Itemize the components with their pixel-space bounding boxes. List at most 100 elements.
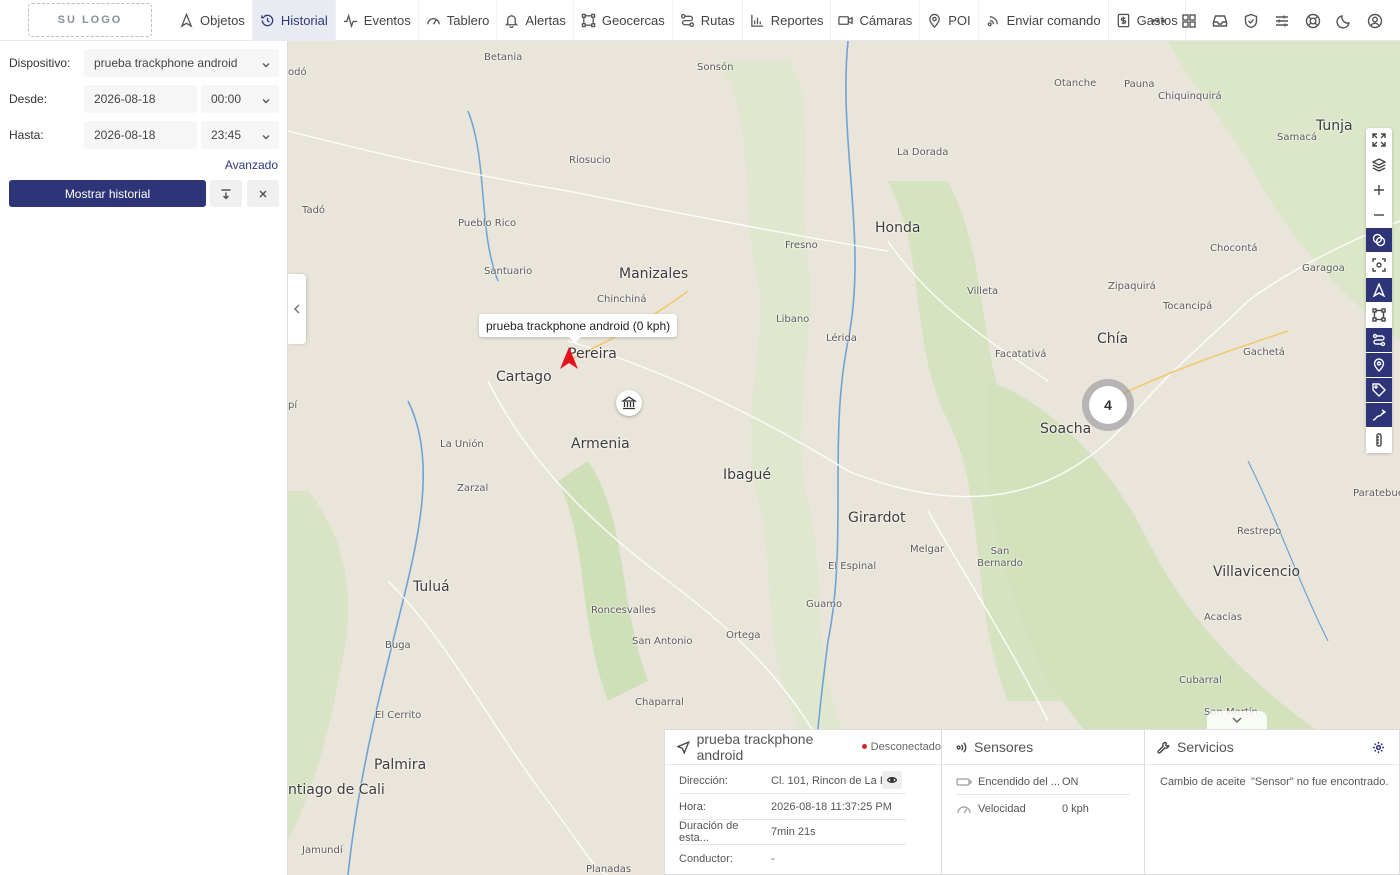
from-time-select[interactable]: 00:00 [201,85,279,113]
device-map-tooltip: prueba trackphone android (0 kph) [479,314,678,343]
zoom-in-button[interactable] [1366,178,1392,203]
tail-toggle[interactable] [1366,403,1392,428]
map-place-label: Ibagué [723,467,771,483]
sensors-panel: Sensores Encendido del ... ON Velocidad … [941,729,1145,875]
map-place-label: ntiago de Cali [288,782,385,798]
security-button[interactable] [1235,0,1266,41]
user-icon [1367,13,1382,28]
ruler-button[interactable] [1366,428,1392,453]
show-history-button[interactable]: Mostrar historial [9,180,206,207]
map-place-label: Manizales [619,266,689,282]
advanced-link[interactable]: Avanzado [225,158,278,172]
support-button[interactable] [1297,0,1328,41]
map-place-label: Betania [484,52,523,63]
service-name: Cambio de aceite [1160,776,1246,788]
collapse-panel-button[interactable] [288,274,306,344]
show-address-button[interactable] [882,771,902,789]
user-menu-button[interactable] [1359,0,1390,41]
services-header: Servicios [1145,730,1399,765]
nav-item-poi[interactable]: POI [920,0,979,41]
map-place-label: Tocancipá [1163,301,1213,312]
poi-marker[interactable] [616,390,642,416]
device-select[interactable]: prueba trackphone android [84,49,279,77]
layers-button[interactable] [1366,153,1392,178]
map-place-label: Cartago [496,369,552,385]
nav-item-alertas[interactable]: Alertas [497,0,574,41]
clear-button[interactable] [247,180,279,207]
map-place-label: Acacías [1204,612,1242,623]
sliders-icon [1275,15,1288,26]
status-dot [861,744,867,749]
map-place-label: Melgar [910,544,945,555]
map-place-label: Tadó [302,205,326,216]
more-button[interactable] [1142,0,1173,41]
map-place-label: Paratebue [1353,488,1400,499]
objects-toggle[interactable] [1366,278,1392,303]
device-label: Dispositivo: [9,56,71,70]
services-settings-button[interactable] [1372,741,1385,754]
sensor-name: Velocidad [978,802,1026,815]
shield-check-icon [1244,13,1257,28]
map-place-label: Soacha [1040,421,1092,437]
map-place-label: Tunja [1316,118,1353,134]
map-place-label: Samacá [1277,132,1317,143]
chevron-down-icon [262,94,270,104]
nav-item-reportes[interactable]: Reportes [743,0,832,41]
nav-item-tablero[interactable]: Tablero [419,0,498,41]
map-place-label: San Bernardo [977,546,1023,569]
nav-item-objetos[interactable]: Objetos [172,0,253,41]
device-arrow-marker[interactable] [560,347,578,369]
from-date-input[interactable]: 2026-08-18 [84,85,197,113]
poi-toggle[interactable] [1366,353,1392,378]
plus-icon [1374,185,1384,195]
nav-label: Alertas [525,13,566,28]
map-place-label: Libano [776,314,810,325]
device-select-value: prueba trackphone android [94,56,238,70]
apps-button[interactable] [1173,0,1204,41]
tag-icon [1372,383,1386,397]
map-place-label: El Cerrito [375,710,422,721]
routes-toggle[interactable] [1366,328,1392,353]
cluster-count: 4 [1089,386,1127,424]
navigation-arrow-icon [1372,283,1386,297]
service-status: "Sensor" no fue encontrado. [1251,776,1389,788]
history-icon [261,14,274,27]
fit-bounds-button[interactable] [1366,253,1392,278]
clusters-toggle[interactable] [1366,228,1392,253]
nav-label: Historial [280,13,328,28]
info-value: - [771,852,775,865]
nav-item-geocercas[interactable]: Geocercas [574,0,673,41]
inbox-button[interactable] [1204,0,1235,41]
collapse-info-button[interactable] [1207,711,1267,729]
info-value: Cl. 101, Rincon de La P... [771,775,895,787]
nav-item-eventos[interactable]: Eventos [336,0,419,41]
info-row-driver: Conductor: - [679,846,906,871]
map-place-label: Villavicencio [1213,564,1301,580]
map-place-label: Pauna [1124,79,1155,90]
device-name: prueba trackphone android [696,731,814,763]
map-place-label: Chinchiná [597,294,647,305]
download-button[interactable] [210,180,242,207]
nav-item-historial[interactable]: Historial [252,0,336,41]
device-info-panel: prueba trackphone android Desconectado Di… [664,729,942,875]
fullscreen-button[interactable] [1366,128,1392,153]
dark-mode-button[interactable] [1328,0,1359,41]
labels-toggle[interactable] [1366,378,1392,403]
map-cluster-marker[interactable]: 4 [1082,379,1134,431]
nav-item-camaras[interactable]: Cámaras [831,0,921,41]
geofences-toggle[interactable] [1366,303,1392,328]
info-key: Conductor: [679,852,733,865]
settings-button[interactable] [1266,0,1297,41]
company-logo[interactable]: SU LOGO [28,3,152,37]
info-key: Dirección: [679,775,728,787]
chevron-down-icon [262,130,270,140]
zoom-out-button[interactable] [1366,203,1392,228]
to-time-value: 23:45 [211,128,242,142]
nav-item-rutas[interactable]: Rutas [673,0,743,41]
nav-item-enviar-comando[interactable]: Enviar comando [979,0,1109,41]
to-date-input[interactable]: 2026-08-18 [84,121,197,149]
bank-icon [621,396,637,410]
map-place-label: Fresno [785,240,818,251]
map-place-label: Zarzal [457,483,489,494]
to-time-select[interactable]: 23:45 [201,121,279,149]
